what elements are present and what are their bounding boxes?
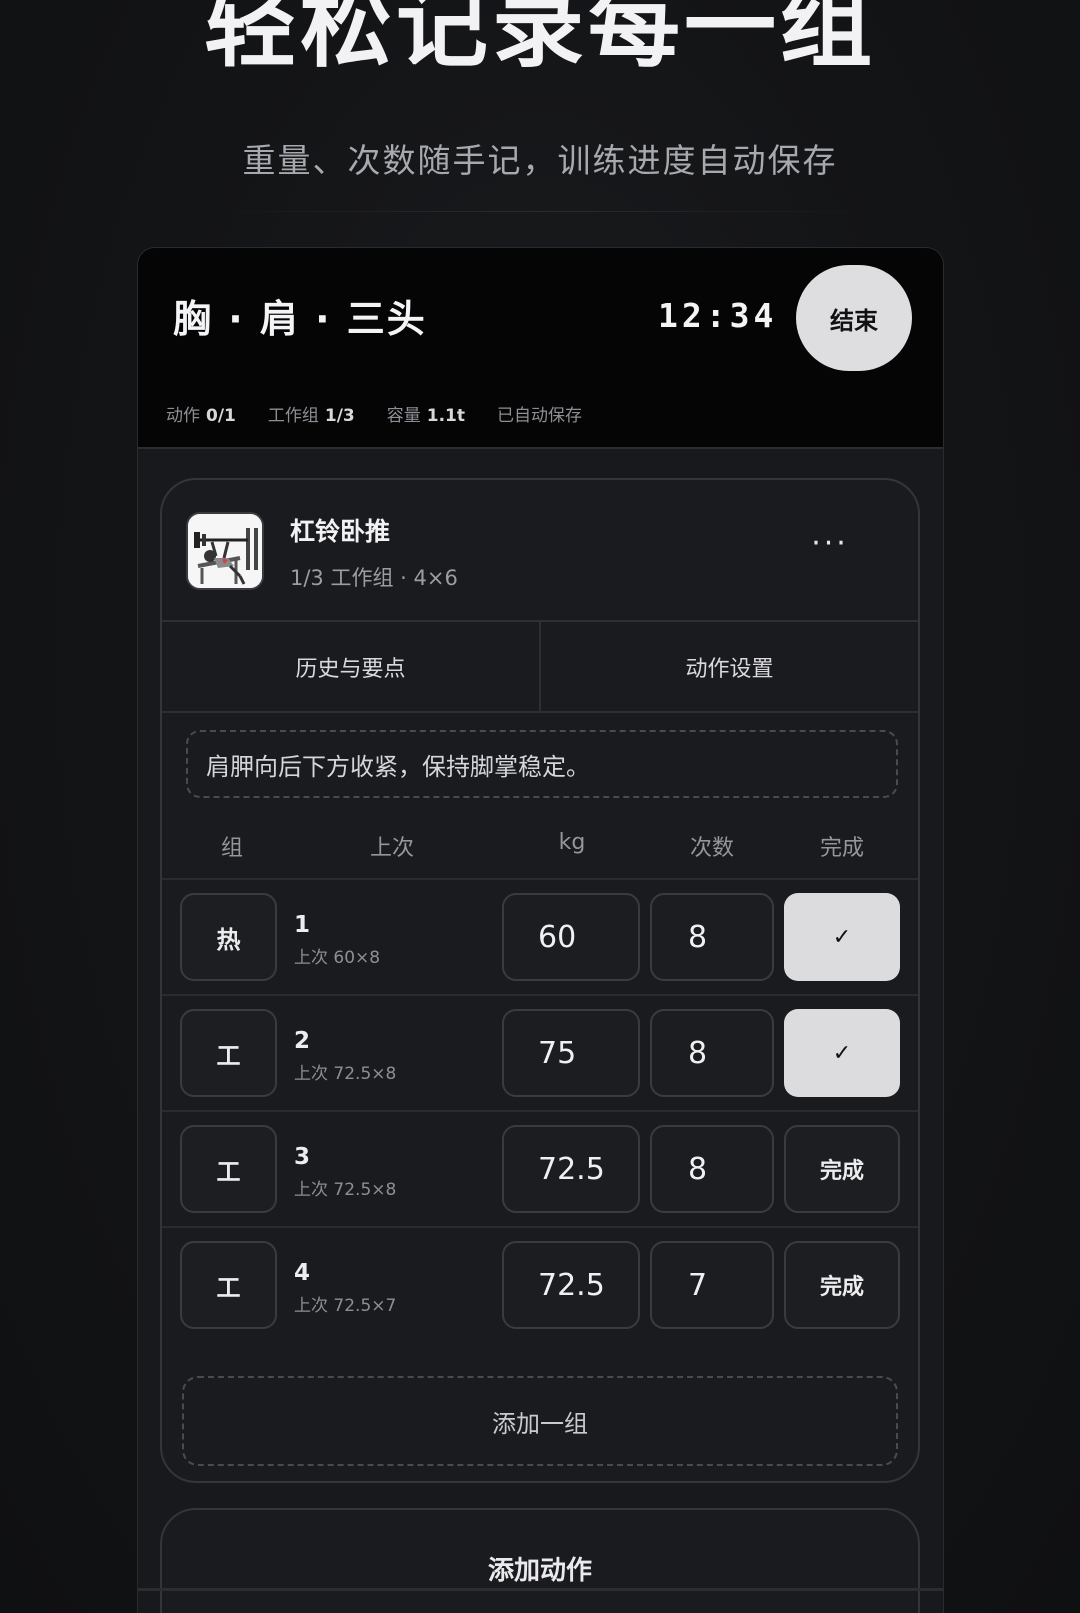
set-type-button[interactable]: 工 bbox=[180, 1125, 277, 1213]
set-row: 工 2 上次 72.5×8 75 8 ✓ bbox=[162, 994, 918, 1110]
autosave-status: 已自动保存 bbox=[497, 406, 582, 426]
set-complete-button[interactable]: ✓ bbox=[784, 1009, 900, 1097]
set-complete-button[interactable]: 完成 bbox=[784, 1125, 900, 1213]
weight-input[interactable]: 72.5 bbox=[502, 1241, 640, 1329]
divider bbox=[138, 1588, 943, 1591]
end-workout-button[interactable]: 结束 bbox=[796, 265, 912, 371]
set-type-button[interactable]: 工 bbox=[180, 1009, 277, 1097]
set-complete-button[interactable]: ✓ bbox=[784, 893, 900, 981]
workout-timer: 12:34 bbox=[658, 296, 778, 335]
reps-input[interactable]: 7 bbox=[650, 1241, 774, 1329]
add-set-button[interactable]: 添加一组 bbox=[182, 1376, 898, 1466]
tab-exercise-settings[interactable]: 动作设置 bbox=[539, 622, 918, 711]
reps-input[interactable]: 8 bbox=[650, 893, 774, 981]
column-set: 组 bbox=[220, 836, 243, 861]
exercise-name: 杠铃卧推 bbox=[290, 517, 391, 546]
column-reps: 次数 bbox=[689, 836, 734, 861]
exercise-tabs: 历史与要点 动作设置 bbox=[162, 622, 918, 713]
divider bbox=[210, 211, 870, 212]
set-number: 1 bbox=[294, 912, 311, 938]
weight-input[interactable]: 75 bbox=[502, 1009, 640, 1097]
exercise-header: 杠铃卧推 1/3 工作组 · 4×6 ··· bbox=[162, 480, 918, 622]
hero-subtitle: 重量、次数随手记，训练进度自动保存 bbox=[242, 141, 838, 180]
column-previous: 上次 bbox=[369, 836, 414, 861]
set-number: 3 bbox=[294, 1144, 311, 1170]
previous-performance: 上次 72.5×8 bbox=[294, 1064, 397, 1084]
exercise-note[interactable]: 肩胛向后下方收紧，保持脚掌稳定。 bbox=[186, 730, 898, 798]
workout-header: 胸 · 肩 · 三头 12:34 结束 动作 0/1 工作组 1/3 容量 1.1t … bbox=[138, 248, 943, 449]
previous-performance: 上次 72.5×7 bbox=[294, 1296, 397, 1316]
previous-performance: 上次 60×8 bbox=[294, 948, 381, 968]
set-number: 2 bbox=[294, 1028, 311, 1054]
previous-performance: 上次 72.5×8 bbox=[294, 1180, 397, 1200]
tab-history-tips[interactable]: 历史与要点 bbox=[162, 622, 539, 711]
reps-input[interactable]: 8 bbox=[650, 1125, 774, 1213]
more-options-icon[interactable]: ··· bbox=[802, 528, 858, 568]
set-row: 热 1 上次 60×8 60 8 ✓ bbox=[162, 878, 918, 994]
stat-work-sets: 工作组 1/3 bbox=[267, 406, 355, 426]
column-kg: kg bbox=[558, 830, 586, 855]
weight-input[interactable]: 72.5 bbox=[502, 1125, 640, 1213]
page: 轻松记录每一组 重量、次数随手记，训练进度自动保存 胸 · 肩 · 三头 12:… bbox=[0, 0, 1080, 1613]
set-row: 工 4 上次 72.5×7 72.5 7 完成 bbox=[162, 1226, 918, 1342]
stat-volume: 容量 1.1t bbox=[386, 406, 465, 426]
set-complete-button[interactable]: 完成 bbox=[784, 1241, 900, 1329]
bench-press-icon[interactable] bbox=[186, 512, 264, 590]
set-type-button[interactable]: 工 bbox=[180, 1241, 277, 1329]
phone-frame: 胸 · 肩 · 三头 12:34 结束 动作 0/1 工作组 1/3 容量 1.1t … bbox=[137, 247, 944, 1613]
set-number: 4 bbox=[294, 1260, 311, 1286]
reps-input[interactable]: 8 bbox=[650, 1009, 774, 1097]
add-exercise-button[interactable]: 添加动作 bbox=[160, 1508, 920, 1613]
column-done: 完成 bbox=[819, 836, 864, 861]
exercise-card: 杠铃卧推 1/3 工作组 · 4×6 ··· 历史与要点 动作设置 肩胛向后下方… bbox=[160, 478, 920, 1483]
exercise-meta: 1/3 工作组 · 4×6 bbox=[290, 566, 458, 590]
weight-input[interactable]: 60 bbox=[502, 893, 640, 981]
set-type-button[interactable]: 热 bbox=[180, 893, 277, 981]
hero-title: 轻松记录每一组 bbox=[203, 0, 876, 80]
set-row: 工 3 上次 72.5×8 72.5 8 完成 bbox=[162, 1110, 918, 1226]
stat-exercises: 动作 0/1 bbox=[166, 406, 236, 426]
workout-title: 胸 · 肩 · 三头 bbox=[173, 297, 427, 341]
session-stats: 动作 0/1 工作组 1/3 容量 1.1t 已自动保存 bbox=[166, 401, 582, 426]
